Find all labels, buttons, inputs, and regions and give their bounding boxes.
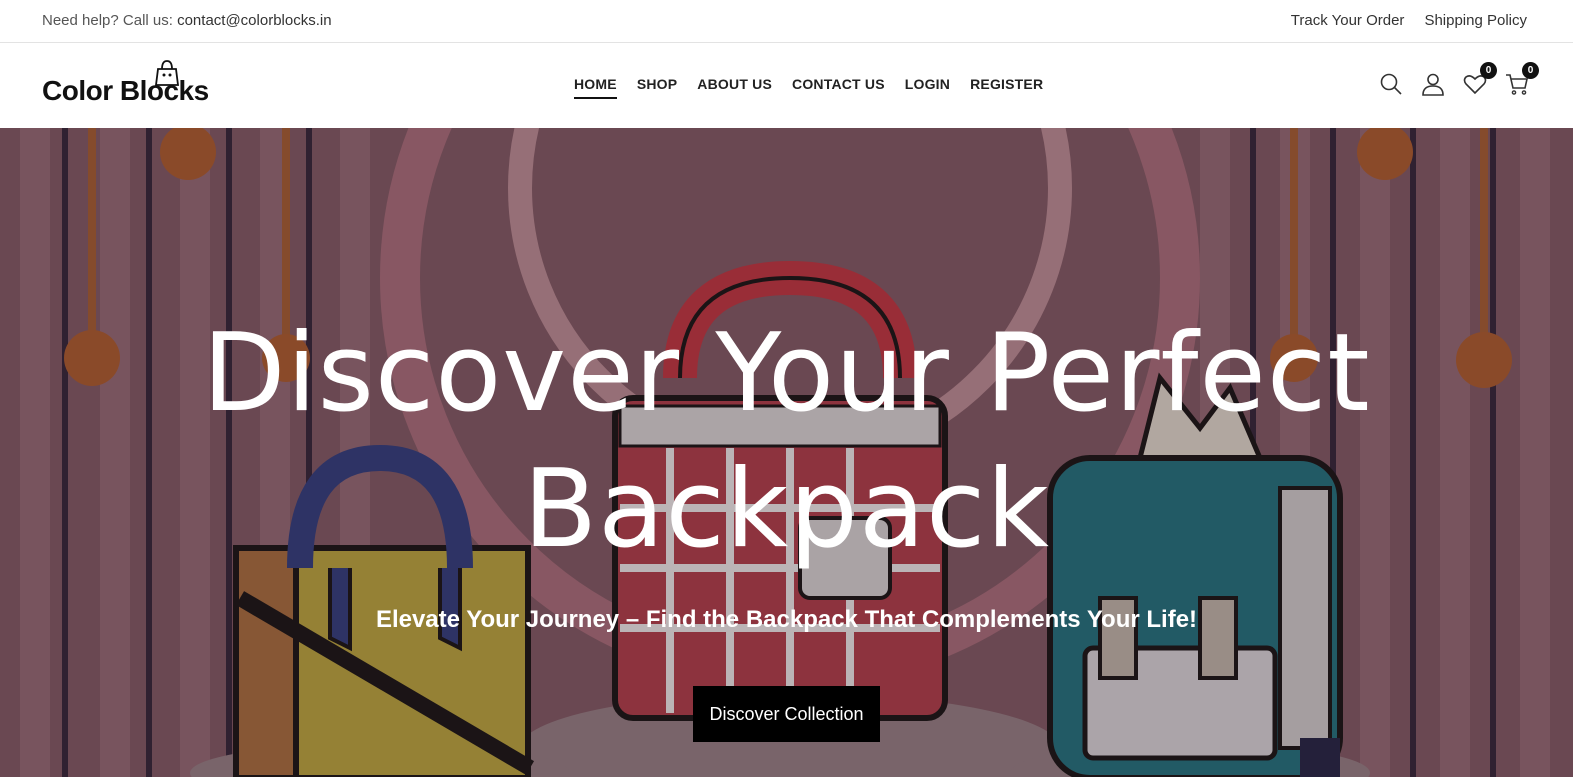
nav-register[interactable]: REGISTER xyxy=(970,76,1043,99)
help-email-link[interactable]: contact@colorblocks.in xyxy=(177,12,331,29)
help-prefix: Need help? Call us: xyxy=(42,12,178,29)
search-icon xyxy=(1380,73,1402,95)
main-nav: HOME SHOP ABOUT US CONTACT US LOGIN REGI… xyxy=(574,76,1043,99)
account-button[interactable] xyxy=(1421,71,1445,97)
nav-shop[interactable]: SHOP xyxy=(637,76,677,99)
wishlist-count-badge: 0 xyxy=(1480,62,1497,79)
search-button[interactable] xyxy=(1379,71,1403,97)
nav-contact-us[interactable]: CONTACT US xyxy=(792,76,885,99)
hero-headline: Discover Your Perfect Backpack xyxy=(0,306,1573,578)
hero-headline-line2: Backpack xyxy=(523,447,1050,572)
wishlist-button[interactable]: 0 xyxy=(1463,62,1497,97)
hero-subheadline: Elevate Your Journey – Find the Backpack… xyxy=(375,606,1198,633)
logo-text: Color Blocks xyxy=(42,75,209,106)
hero-headline-line1: Discover Your Perfect xyxy=(202,311,1371,436)
site-logo[interactable]: Color Blocks xyxy=(42,60,217,111)
track-order-link[interactable]: Track Your Order xyxy=(1291,12,1405,29)
top-utility-bar: Need help? Call us: contact@colorblocks.… xyxy=(0,0,1573,43)
discover-collection-button[interactable]: Discover Collection xyxy=(693,686,880,742)
nav-home[interactable]: HOME xyxy=(574,76,617,99)
main-header: Color Blocks HOME SHOP ABOUT US CONTACT … xyxy=(0,43,1573,128)
help-contact: Need help? Call us: contact@colorblocks.… xyxy=(42,12,332,29)
hero-banner: Discover Your Perfect Backpack Elevate Y… xyxy=(0,128,1573,777)
user-icon xyxy=(1422,73,1444,96)
shipping-policy-link[interactable]: Shipping Policy xyxy=(1424,12,1527,29)
top-links: Track Your Order Shipping Policy xyxy=(1291,12,1527,29)
cart-button[interactable]: 0 xyxy=(1505,62,1539,97)
header-actions: 0 0 xyxy=(1379,62,1539,97)
nav-login[interactable]: LOGIN xyxy=(905,76,950,99)
cart-count-badge: 0 xyxy=(1522,62,1539,79)
bag-logo-icon xyxy=(154,60,180,86)
nav-about-us[interactable]: ABOUT US xyxy=(697,76,772,99)
